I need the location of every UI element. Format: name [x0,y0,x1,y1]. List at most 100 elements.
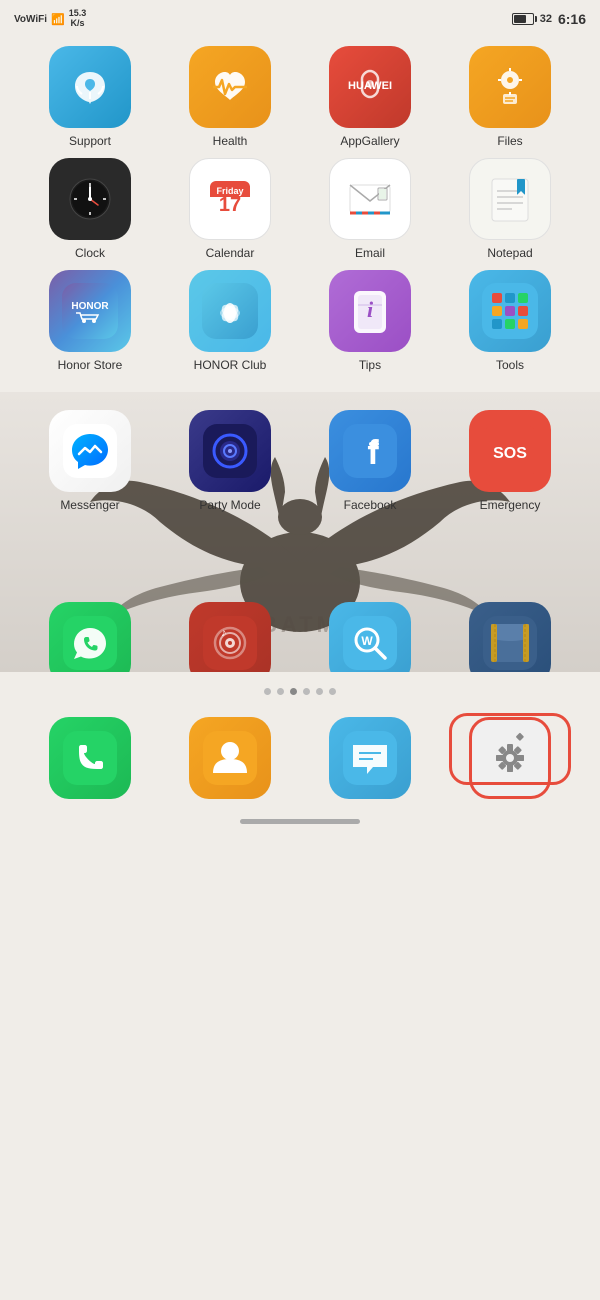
dock-settings[interactable] [455,717,565,805]
app-tips[interactable]: i Tips [315,270,425,372]
signal-text: VoWiFi [14,14,47,25]
main-app-grid: Support Health HUAWEI AppGallery [0,36,600,392]
clock-svg [62,171,118,227]
app-icon-facebook: f [329,410,411,492]
app-wordweb[interactable]: W WordWeb [315,602,425,672]
app-honor[interactable]: HONOR Honor Store [35,270,145,372]
app-label-clock: Clock [75,246,105,260]
app-label-support: Support [69,134,111,148]
app-email[interactable]: Email [315,158,425,260]
svg-text:SOS: SOS [493,445,527,462]
app-icon-appgallery: HUAWEI [329,46,411,128]
svg-text:HONOR: HONOR [71,301,109,312]
app-icon-pocket [469,602,551,672]
page-dot-3[interactable] [290,688,297,695]
app-label-appgallery: AppGallery [340,134,399,148]
messenger-svg [63,424,117,478]
batman-app-rows: Messenger Party Mode [0,392,600,672]
page-dot-2[interactable] [277,688,284,695]
dock-messages[interactable] [315,717,425,805]
app-label-tips: Tips [359,358,381,372]
support-svg [67,64,113,110]
home-indicator[interactable] [0,819,600,834]
app-label-health: Health [213,134,248,148]
app-icon-health [189,46,271,128]
app-support[interactable]: Support [35,46,145,148]
app-facebook[interactable]: f Facebook [315,410,425,512]
app-files[interactable]: Files [455,46,565,148]
app-dock [0,707,600,819]
page-dot-4[interactable] [303,688,310,695]
app-whatsapp[interactable]: WhatsApp [35,602,145,672]
status-left: VoWiFi 📶 15.3K/s [14,9,86,29]
health-svg [205,62,255,112]
battery-icon [512,13,534,25]
app-messenger[interactable]: Messenger [35,410,145,512]
app-icon-honor: HONOR [49,270,131,352]
tips-svg: i [342,283,398,339]
app-wynk[interactable]: ♪ Wynk Music [175,602,285,672]
app-label-tools: Tools [496,358,524,372]
pocket-svg [483,616,537,670]
app-row-2: Clock Friday 17 Calendar [20,158,580,260]
batman-app-row-1: Messenger Party Mode [20,410,580,512]
dock-contacts[interactable] [175,717,285,805]
app-pocket[interactable]: Pocket Thesa. [455,602,565,672]
page-dot-6[interactable] [329,688,336,695]
app-clock[interactable]: Clock [35,158,145,260]
dock-phone[interactable] [35,717,145,805]
app-label-email: Email [355,246,385,260]
status-right: 32 6:16 [512,11,586,27]
app-appgallery[interactable]: HUAWEI AppGallery [315,46,425,148]
svg-text:♪: ♪ [221,627,227,639]
app-label-messenger: Messenger [60,498,119,512]
app-label-honorclub: HONOR Club [194,358,267,372]
app-sos[interactable]: SOS Emergency [455,410,565,512]
app-honorclub[interactable]: HONOR Club [175,270,285,372]
page-dot-1[interactable] [264,688,271,695]
page-dot-5[interactable] [316,688,323,695]
app-icon-files [469,46,551,128]
time-display: 6:16 [558,11,586,27]
wordweb-svg: W [343,616,397,670]
calendar-svg: Friday 17 [202,171,258,227]
tools-svg [482,283,538,339]
settings-svg [483,731,537,785]
app-icon-messenger [49,410,131,492]
files-svg [485,62,535,112]
app-icon-partymode [189,410,271,492]
app-label-sos: Emergency [480,498,541,512]
app-icon-sos: SOS [469,410,551,492]
app-icon-calendar: Friday 17 [189,158,271,240]
notepad-svg [482,171,538,227]
honorclub-svg [202,283,258,339]
app-calendar[interactable]: Friday 17 Calendar [175,158,285,260]
app-icon-tools [469,270,551,352]
app-partymode[interactable]: Party Mode [175,410,285,512]
app-icon-settings [469,717,551,799]
app-label-calendar: Calendar [206,246,255,260]
app-tools[interactable]: Tools [455,270,565,372]
page-dots [0,672,600,707]
signal-bars: 📶 [51,13,65,26]
app-icon-whatsapp [49,602,131,672]
app-notepad[interactable]: Notepad [455,158,565,260]
app-icon-notepad [469,158,551,240]
app-icon-phone [49,717,131,799]
app-icon-messages [329,717,411,799]
app-icon-wordweb: W [329,602,411,672]
app-icon-email [329,158,411,240]
app-health[interactable]: Health [175,46,285,148]
phone-svg [63,731,117,785]
app-icon-honorclub [189,270,271,352]
app-label-facebook: Facebook [344,498,397,512]
app-label-honor: Honor Store [58,358,123,372]
app-row-3: HONOR Honor Store [20,270,580,372]
home-bar [240,819,360,824]
honor-svg: HONOR [62,283,118,339]
data-speed: 15.3K/s [69,9,87,29]
app-icon-support [49,46,131,128]
messages-svg [343,731,397,785]
wynk-svg: ♪ [203,616,257,670]
app-icon-tips: i [329,270,411,352]
